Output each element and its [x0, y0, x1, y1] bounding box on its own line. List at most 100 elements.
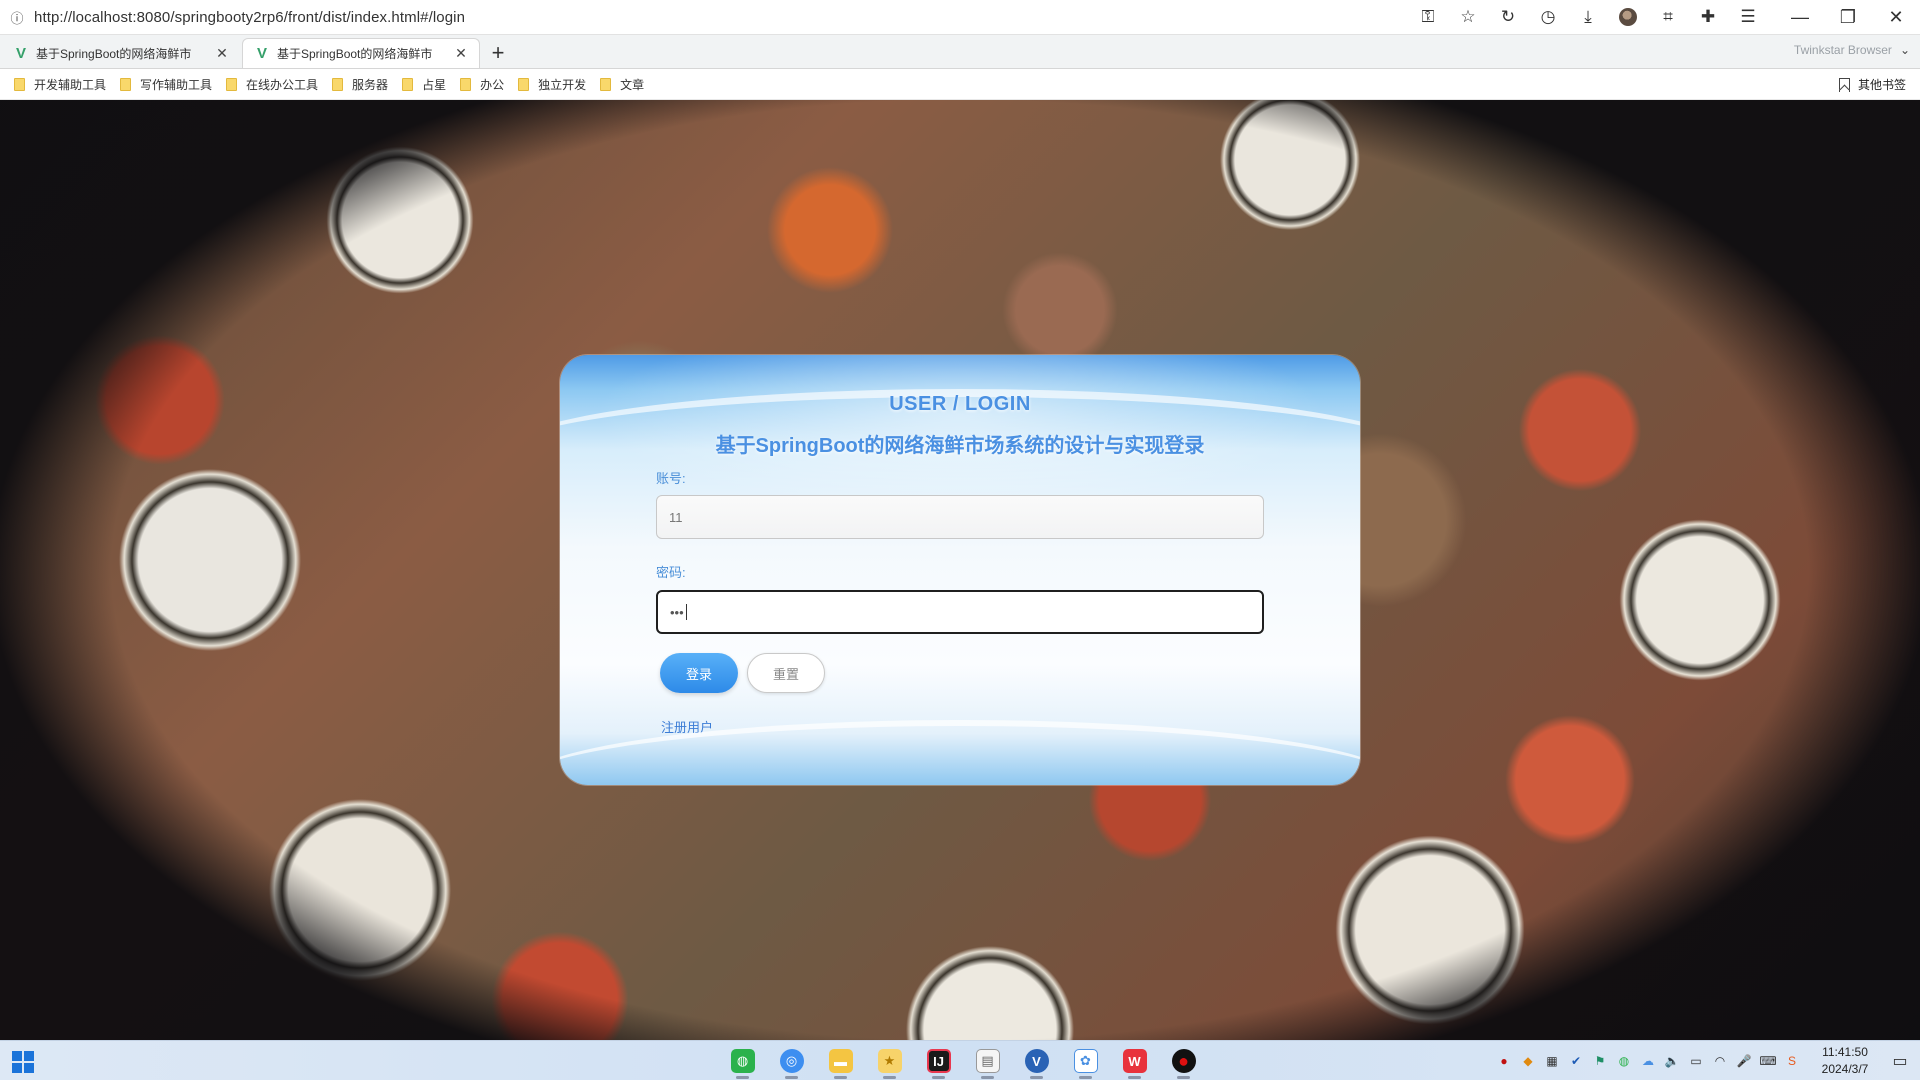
wechat-tray-icon[interactable]: ◍ — [1612, 1041, 1636, 1080]
site-info-icon[interactable]: ⓘ — [0, 8, 34, 27]
sogou-icon[interactable]: S — [1780, 1041, 1804, 1080]
restore-icon[interactable]: ❐ — [1824, 0, 1872, 35]
account-input[interactable]: 11 — [656, 495, 1264, 539]
check-tray-icon[interactable]: ✔ — [1564, 1041, 1588, 1080]
bookmark-icon — [1838, 77, 1850, 92]
address-bar: ⓘ http://localhost:8080/springbooty2rp6/… — [0, 0, 1920, 35]
other-bookmarks[interactable]: 其他书签 — [1838, 76, 1906, 93]
minimize-icon[interactable]: — — [1776, 0, 1824, 35]
cloud-tray-icon[interactable]: ☁ — [1636, 1041, 1660, 1080]
bookmark-folder[interactable]: 服务器 — [332, 76, 388, 93]
bookmark-label: 占星 — [422, 77, 447, 92]
avatar[interactable] — [1608, 0, 1648, 35]
star-app-glyph: ★ — [877, 1049, 902, 1073]
password-input[interactable]: ••• — [656, 590, 1264, 634]
key-icon[interactable]: ⚿ — [1408, 0, 1448, 35]
bookmark-folder[interactable]: 独立开发 — [518, 76, 586, 93]
login-button[interactable]: 登录 — [660, 653, 738, 693]
network-app-glyph: ✿ — [1073, 1049, 1098, 1073]
tab-1[interactable]: V 基于SpringBoot的网络海鲜市 ✕ — [2, 38, 240, 68]
network-app-icon[interactable]: ✿ — [1061, 1041, 1110, 1080]
notepad-glyph: ▤ — [975, 1049, 1000, 1073]
microphone-icon[interactable]: 🎤 — [1732, 1041, 1756, 1080]
tab-title: 基于SpringBoot的网络海鲜市 — [36, 46, 192, 61]
v-app-glyph: V — [1024, 1049, 1049, 1073]
bookmark-label: 开发辅助工具 — [34, 77, 107, 92]
star-icon[interactable]: ☆ — [1448, 0, 1488, 35]
bookmark-label: 服务器 — [352, 77, 389, 92]
battery-icon[interactable]: ▭ — [1684, 1041, 1708, 1080]
tab-close-icon[interactable]: ✕ — [214, 45, 230, 62]
bookmark-folder[interactable]: 占星 — [402, 76, 446, 93]
star-app-icon[interactable]: ★ — [865, 1041, 914, 1080]
folder-icon — [518, 77, 530, 91]
wifi-icon[interactable]: ◠ — [1708, 1041, 1732, 1080]
tab-2-active[interactable]: V 基于SpringBoot的网络海鲜市 ✕ — [242, 38, 480, 68]
browser-brand: Twinkstar Browser ⌄ — [1794, 43, 1910, 57]
clock[interactable]: 11:41:50 2024/3/7 — [1810, 1044, 1880, 1078]
record-tray-icon[interactable]: ● — [1492, 1041, 1516, 1080]
extension-icon[interactable]: ✚ — [1688, 0, 1728, 35]
bookmark-label: 在线办公工具 — [246, 77, 319, 92]
browser-glyph: ◎ — [779, 1049, 804, 1073]
app-tray-icon[interactable]: ◆ — [1516, 1041, 1540, 1080]
v-app-icon[interactable]: V — [1012, 1041, 1061, 1080]
history-icon[interactable]: ◷ — [1528, 0, 1568, 35]
tab-list-chevron-icon[interactable]: ⌄ — [1900, 43, 1910, 57]
folder-icon — [14, 77, 25, 91]
bookmark-label: 写作辅助工具 — [140, 77, 213, 92]
avatar-image — [1619, 8, 1637, 26]
folder-icon — [600, 77, 612, 91]
folder-icon — [402, 77, 414, 91]
bookmark-folder[interactable]: 在线办公工具 — [226, 76, 318, 93]
record-icon[interactable]: ● — [1159, 1041, 1208, 1080]
window-controls: — ❐ ✕ — [1776, 0, 1920, 35]
login-subtitle: 基于SpringBoot的网络海鲜市场系统的设计与实现登录 — [715, 435, 1205, 457]
tab-title: 基于SpringBoot的网络海鲜市 — [277, 47, 433, 61]
browser-icon[interactable]: ◎ — [767, 1041, 816, 1080]
reset-button[interactable]: 重置 — [747, 653, 825, 693]
url-field[interactable]: http://localhost:8080/springbooty2rp6/fr… — [34, 9, 1408, 26]
other-bookmarks-label: 其他书签 — [1857, 78, 1906, 92]
wps-glyph: W — [1122, 1049, 1147, 1073]
vue-favicon-icon: V — [16, 44, 27, 62]
password-value: ••• — [670, 604, 684, 620]
folder-icon — [226, 77, 238, 91]
record-glyph: ● — [1171, 1049, 1196, 1073]
text-caret — [685, 604, 687, 620]
bookmarks-bar: 开发辅助工具 写作辅助工具 在线办公工具 服务器 占星 办公 独立开发 文章 其… — [0, 69, 1920, 100]
reload-icon[interactable]: ↻ — [1488, 0, 1528, 35]
taskbar-apps: ◍ ◎ ▬ ★ IJ ▤ V ✿ W ● — [718, 1041, 1208, 1080]
new-tab-icon[interactable]: + — [480, 38, 516, 68]
bookmark-folder[interactable]: 文章 — [600, 76, 644, 93]
login-card: USER / LOGIN 基于SpringBoot的网络海鲜市场系统的设计与实现… — [560, 355, 1360, 785]
account-value: 11 — [669, 509, 683, 525]
download-icon[interactable]: ⤓ — [1568, 0, 1608, 35]
notepad-icon[interactable]: ▤ — [963, 1041, 1012, 1080]
wps-icon[interactable]: W — [1110, 1041, 1159, 1080]
bookmark-label: 独立开发 — [538, 77, 587, 92]
bookmark-label: 办公 — [480, 77, 505, 92]
bookmark-folder[interactable]: 开发辅助工具 — [14, 76, 106, 93]
grid-tray-icon[interactable]: ▦ — [1540, 1041, 1564, 1080]
close-window-icon[interactable]: ✕ — [1872, 0, 1920, 35]
file-explorer-icon[interactable]: ▬ — [816, 1041, 865, 1080]
file-explorer-glyph: ▬ — [828, 1049, 853, 1073]
volume-icon[interactable]: 🔈 — [1660, 1041, 1684, 1080]
pin-tray-icon[interactable]: ⚑ — [1588, 1041, 1612, 1080]
bookmark-label: 文章 — [620, 77, 645, 92]
bookmark-folder[interactable]: 办公 — [460, 76, 504, 93]
clock-time: 11:41:50 — [1822, 1045, 1868, 1059]
intellij-icon[interactable]: IJ — [914, 1041, 963, 1080]
tab-close-icon[interactable]: ✕ — [453, 45, 469, 62]
start-windows-icon[interactable] — [12, 1051, 34, 1073]
register-link[interactable]: 注册用户 — [661, 717, 713, 736]
crop-icon[interactable]: ⌗ — [1648, 0, 1688, 35]
input-method-icon[interactable]: ⌨ — [1756, 1041, 1780, 1080]
notification-icon[interactable]: ▭ — [1880, 1041, 1920, 1080]
system-tray: ● ◆ ▦ ✔ ⚑ ◍ ☁ 🔈 ▭ ◠ 🎤 ⌨ S 11:41:50 2024/… — [1492, 1041, 1920, 1080]
bookmark-folder[interactable]: 写作辅助工具 — [120, 76, 212, 93]
menu-icon[interactable]: ☰ — [1728, 0, 1768, 35]
wechat-icon[interactable]: ◍ — [718, 1041, 767, 1080]
taskbar: ◍ ◎ ▬ ★ IJ ▤ V ✿ W ● ● ◆ ▦ ✔ ⚑ ◍ ☁ 🔈 ▭ ◠… — [0, 1040, 1920, 1080]
